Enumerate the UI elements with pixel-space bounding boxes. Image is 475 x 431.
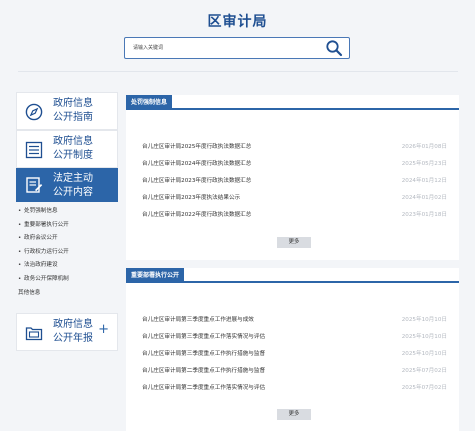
sidebar-card-system[interactable]: 政府信息 公开制度 bbox=[16, 130, 118, 168]
list-item[interactable]: 台儿庄区审计局第二季度重点工作落实情况与评估 2025年07月02日 bbox=[142, 381, 447, 395]
expand-plus-icon[interactable]: + bbox=[98, 323, 109, 336]
submenu-item-guarantee[interactable]: • 政务公开保障机制 bbox=[18, 273, 118, 287]
sidebar-card-label: 政府信息 公开制度 bbox=[53, 136, 93, 161]
header-divider bbox=[18, 71, 458, 72]
list-item[interactable]: 台儿庄区审计局第三季度重点工作落实情况与评估 2025年10月10日 bbox=[142, 330, 447, 344]
list-item[interactable]: 台儿庄区审计局第三季度重点工作执行措施与监督 2025年10月10日 bbox=[142, 347, 447, 361]
list-item[interactable]: 台儿庄区审计局第三季度重点工作进展与成效 2025年10月10日 bbox=[142, 313, 447, 327]
sidebar-card-annual-report[interactable]: 政府信息 公开年报 + bbox=[16, 313, 118, 351]
submenu-item-deployment[interactable]: • 重要部署执行公开 bbox=[18, 219, 118, 233]
sidebar-submenu: • 处罚强制信息 • 重要部署执行公开 • 政府会议公开 • 行政权力运行公开 • 法治政… bbox=[18, 205, 118, 300]
section-penalty: 处罚强制信息 台儿庄区审计局2025年度行政执法数据汇总 2026年01月08日 … bbox=[126, 95, 459, 260]
list-item[interactable]: 台儿庄区审计局2024年度行政执法数据汇总 2025年05月23日 bbox=[142, 157, 447, 171]
section-tab[interactable]: 重要部署执行公开 bbox=[126, 268, 185, 283]
search-input[interactable] bbox=[133, 42, 313, 54]
list-item[interactable]: 台儿庄区审计局2023年度执法结果公示 2024年01月02日 bbox=[142, 191, 447, 205]
submenu-item-other[interactable]: 其他信息 bbox=[18, 287, 118, 301]
search-box bbox=[124, 37, 350, 59]
document-list-icon bbox=[25, 141, 43, 159]
submenu-item-meetings[interactable]: • 政府会议公开 bbox=[18, 232, 118, 246]
submenu-item-power[interactable]: • 行政权力运行公开 bbox=[18, 246, 118, 260]
compass-icon bbox=[25, 103, 43, 121]
search-icon[interactable] bbox=[325, 39, 343, 57]
list-item[interactable]: 台儿庄区审计局第二季度重点工作执行措施与监督 2025年07月02日 bbox=[142, 364, 447, 378]
folder-report-icon bbox=[25, 327, 43, 341]
section-header: 处罚强制信息 bbox=[126, 95, 459, 110]
sidebar-card-guide[interactable]: 政府信息 公开指南 bbox=[16, 92, 118, 130]
section-deployment: 重要部署执行公开 台儿庄区审计局第三季度重点工作进展与成效 2025年10月10日… bbox=[126, 268, 459, 431]
list-item[interactable]: 台儿庄区审计局2022年度行政执法数据汇总 2023年01月18日 bbox=[142, 208, 447, 222]
list-item[interactable]: 台儿庄区审计局2025年度行政执法数据汇总 2026年01月08日 bbox=[142, 140, 447, 154]
more-button[interactable]: 更多 bbox=[277, 237, 311, 248]
sidebar-card-label: 政府信息 公开年报 bbox=[53, 319, 93, 344]
site-title: 区审计局 bbox=[207, 14, 268, 30]
sidebar-card-label: 法定主动 公开内容 bbox=[53, 173, 93, 198]
section-header: 重要部署执行公开 bbox=[126, 268, 459, 283]
sidebar-card-label: 政府信息 公开指南 bbox=[53, 98, 93, 123]
edit-document-icon bbox=[26, 177, 43, 193]
sidebar-card-active-content[interactable]: 法定主动 公开内容 bbox=[16, 168, 118, 202]
list-item[interactable]: 台儿庄区审计局2023年度行政执法数据汇总 2024年01月12日 bbox=[142, 174, 447, 188]
submenu-item-penalty[interactable]: • 处罚强制信息 bbox=[18, 205, 118, 219]
more-button[interactable]: 更多 bbox=[277, 409, 311, 420]
submenu-item-rule-of-law[interactable]: • 法治政府建设 bbox=[18, 259, 118, 273]
section-tab[interactable]: 处罚强制信息 bbox=[126, 95, 173, 110]
